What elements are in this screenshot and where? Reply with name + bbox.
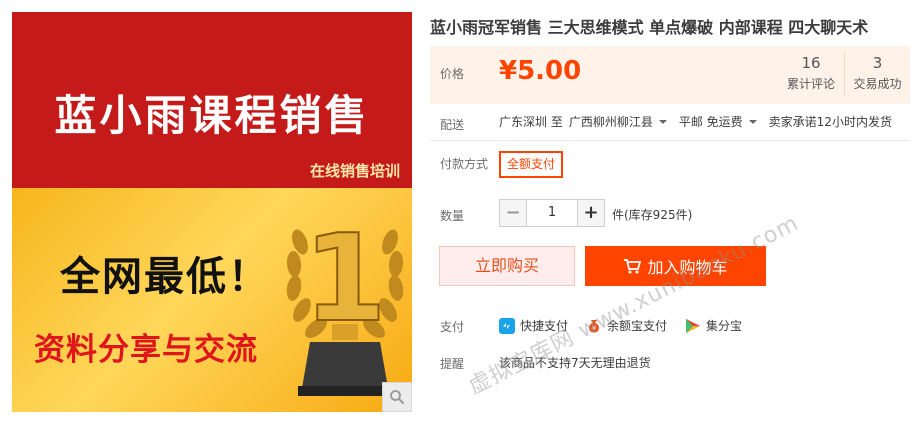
image-banner-bottom: 全网最低！ 资料分享与交流 1 xyxy=(12,188,412,412)
review-count-label: 累计评论 xyxy=(786,77,835,91)
jifenbao-icon xyxy=(686,318,701,333)
notice-label: 提醒 xyxy=(440,357,465,371)
quantity-label: 数量 xyxy=(440,209,465,223)
review-count: 16 xyxy=(801,54,821,72)
quantity-stepper: − 1 + xyxy=(499,199,605,227)
shipping-dropdown[interactable]: 平邮 免运费 xyxy=(679,113,769,130)
quickpay-label: 快捷支付 xyxy=(520,319,569,333)
delivery-from: 广东深圳 至 xyxy=(499,115,563,129)
watermark: 虚拟宝库网 www.xunibaoku.com xyxy=(464,210,803,400)
sales-count: 3 xyxy=(872,54,883,72)
image-big-text: 全网最低！ xyxy=(60,254,270,300)
price-panel: 价格 ¥5.00 16 累计评论 3 交易成功 xyxy=(430,46,910,104)
add-to-cart-button[interactable]: 加入购物车 xyxy=(585,246,766,286)
quickpay-icon xyxy=(499,317,515,334)
chevron-down-icon xyxy=(748,119,757,124)
image-main-title: 蓝小雨课程销售 xyxy=(54,91,370,140)
image-banner-top: 蓝小雨课程销售 在线销售培训 xyxy=(12,12,412,188)
pay-methods: 快捷支付 ¥ 余额宝支付 集分宝 xyxy=(499,317,760,334)
image-red-text: 资料分享与交流 xyxy=(34,332,258,368)
yuebao-label: 余额宝支付 xyxy=(607,319,668,333)
yuebao-icon: ¥ xyxy=(589,319,600,332)
decrease-button[interactable]: − xyxy=(499,199,527,227)
trophy-icon: 1 xyxy=(286,209,404,396)
chevron-down-icon xyxy=(658,119,667,124)
quantity-input[interactable]: 1 xyxy=(527,199,577,227)
image-sub-title: 在线销售培训 xyxy=(309,162,400,180)
increase-button[interactable]: + xyxy=(577,199,605,227)
shipping-promise: 卖家承诺12小时内发货 xyxy=(768,115,892,129)
magnifier-icon xyxy=(390,390,405,405)
full-payment-option[interactable]: 全额支付 xyxy=(499,151,564,178)
zoom-button[interactable] xyxy=(382,382,412,412)
no-return-notice: 该商品不支持7天无理由退货 xyxy=(499,356,651,370)
add-to-cart-label: 加入购物车 xyxy=(647,258,728,277)
product-image[interactable]: 蓝小雨课程销售 在线销售培训 全网最低！ 资料分享与交流 1 xyxy=(12,12,412,412)
delivery-destination: 广西柳州柳江县 xyxy=(568,115,653,129)
sales-count-stat: 3 交易成功 xyxy=(844,52,910,96)
delivery-label: 配送 xyxy=(440,118,465,132)
svg-text:¥: ¥ xyxy=(592,324,597,332)
buy-now-button[interactable]: 立即购买 xyxy=(439,246,575,286)
product-title: 蓝小雨冠军销售 三大思维模式 单点爆破 内部课程 四大聊天术 xyxy=(430,18,869,37)
review-count-stat[interactable]: 16 累计评论 xyxy=(778,52,844,96)
delivery-row: 广东深圳 至 广西柳州柳江县 平邮 免运费 卖家承诺12小时内发货 xyxy=(499,113,892,130)
stats: 16 累计评论 3 交易成功 xyxy=(778,52,910,96)
cart-icon xyxy=(624,259,642,274)
jifenbao-label: 集分宝 xyxy=(706,319,743,333)
shipping-method: 平邮 免运费 xyxy=(678,115,743,129)
pay-label: 支付 xyxy=(440,320,465,334)
jifenbao-method[interactable]: 集分宝 xyxy=(685,317,742,334)
payment-method-label: 付款方式 xyxy=(440,157,489,171)
quickpay-method[interactable]: 快捷支付 xyxy=(499,317,568,334)
price-value: ¥5.00 xyxy=(499,56,582,86)
divider xyxy=(430,140,910,141)
yuebao-method[interactable]: ¥ 余额宝支付 xyxy=(586,317,667,334)
price-label: 价格 xyxy=(440,67,465,81)
stock-info: 件(库存925件) xyxy=(612,208,693,222)
destination-dropdown[interactable]: 广西柳州柳江县 xyxy=(569,113,679,130)
sales-count-label: 交易成功 xyxy=(853,77,902,91)
